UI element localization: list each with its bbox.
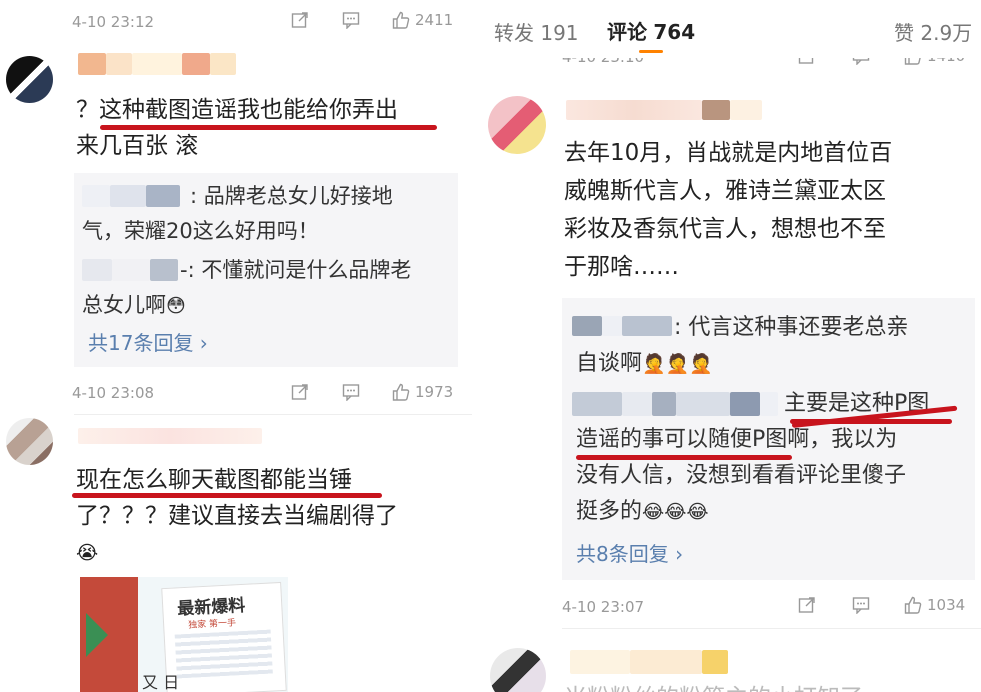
blurred-username — [110, 185, 146, 207]
image-corner-text: 又 日 — [142, 673, 180, 692]
red-underline-annotation — [100, 125, 437, 130]
user-avatar[interactable] — [488, 96, 546, 154]
share-button[interactable] — [291, 11, 309, 29]
reply-text: -: 不懂就问是什么品牌老 — [180, 258, 412, 282]
blurred-username — [82, 185, 110, 207]
share-icon — [291, 11, 309, 29]
blurred-username — [112, 259, 150, 281]
comment-timestamp: 4-10 23:08 — [72, 384, 155, 402]
blurred-username — [730, 392, 760, 416]
like-icon — [392, 383, 410, 401]
like-icon — [392, 11, 410, 29]
image-paper: 最新爆料 独家 第一手 — [161, 581, 287, 692]
comment-icon — [342, 383, 360, 401]
like-icon — [904, 596, 922, 614]
user-avatar[interactable] — [490, 648, 546, 692]
reply-text: : 品牌老总女儿好接地 — [190, 184, 393, 208]
tab-repost[interactable]: 转发 191 — [494, 17, 579, 46]
reply-preview-box[interactable]: : 代言这种事还要老总亲 自谈啊🤦🤦🤦 主要是这种P图 造谣的事可以随便P图啊，… — [562, 298, 975, 580]
like-button[interactable]: 2411 — [392, 11, 453, 29]
reply-text: 造谣的事可以随便P图啊，我以为 — [576, 427, 898, 452]
blurred-username — [570, 650, 630, 674]
blurred-username — [730, 100, 762, 120]
red-underline-annotation — [72, 493, 382, 498]
view-all-replies-link[interactable]: 共17条回复 › — [88, 327, 208, 356]
user-avatar[interactable] — [6, 56, 53, 103]
like-count: 2411 — [415, 11, 454, 29]
reply-text: : 代言这种事还要老总亲 — [674, 315, 909, 340]
blurred-username — [760, 392, 778, 416]
image-shape — [86, 613, 108, 657]
comment-divider — [74, 414, 472, 415]
reply-text: 没有人信，没想到看看评论里傻子 — [576, 463, 907, 488]
share-icon — [798, 596, 816, 614]
right-screenshot: 4-10 23:10 1410 转发 191 评论 764 赞 2.9万 去年1… — [476, 0, 981, 692]
blurred-username — [566, 100, 702, 120]
like-count: 1034 — [927, 596, 966, 614]
blurred-username — [652, 392, 676, 416]
reply-text: 气，荣耀20这么好用吗！ — [82, 219, 319, 243]
blurred-username — [146, 185, 180, 207]
blurred-username — [150, 259, 178, 281]
like-count: 1973 — [415, 383, 454, 401]
left-screenshot: 4-10 23:12 2411 ？这种截图造谣我也能给你弄出 来几百张 滚 : … — [0, 0, 472, 692]
share-button[interactable] — [291, 383, 309, 401]
comment-icon — [342, 11, 360, 29]
image-content-lines — [174, 629, 273, 679]
reply-preview-box[interactable]: : 品牌老总女儿好接地 气，荣耀20这么好用吗！ -: 不懂就问是什么品牌老 总… — [74, 173, 458, 367]
user-avatar[interactable] — [6, 418, 53, 465]
active-tab-indicator — [639, 50, 663, 53]
comment-button[interactable] — [342, 11, 360, 29]
blurred-username — [702, 100, 730, 120]
view-all-replies-link[interactable]: 共8条回复 › — [576, 538, 683, 567]
blurred-username — [702, 650, 728, 674]
share-button[interactable] — [798, 596, 816, 614]
comment-divider — [562, 628, 981, 629]
blurred-username — [78, 53, 106, 75]
screenshot-separator — [472, 0, 476, 692]
comment-timestamp: 4-10 23:07 — [562, 598, 645, 616]
attached-image[interactable]: 最新爆料 独家 第一手 又 日 — [80, 577, 288, 692]
comment-button[interactable] — [342, 383, 360, 401]
comment-text: 去年10月，肖战就是内地首位百 威魄斯代言人，雅诗兰黛亚太区 彩妆及香氛代言人，… — [564, 140, 893, 280]
blurred-username — [602, 316, 622, 336]
blurred-username — [622, 392, 652, 416]
blurred-username — [106, 53, 132, 75]
blurred-username — [132, 53, 182, 75]
like-button[interactable]: 1034 — [904, 596, 965, 614]
reply-text: 挺多的😂😂😂 — [576, 499, 709, 524]
comment-timestamp: 4-10 23:12 — [72, 13, 155, 31]
reply-text: 自谈啊🤦🤦🤦 — [576, 351, 713, 376]
comment-text: 现在怎么聊天截图都能当锤 了？？？建议直接去当编剧得了 😭 — [76, 467, 398, 564]
blurred-username — [82, 259, 112, 281]
like-button[interactable]: 1973 — [392, 383, 453, 401]
blurred-username — [78, 428, 262, 444]
blurred-username — [630, 650, 702, 674]
comment-text-partial: 米粉粉丝的粉第主的小打知了 — [564, 680, 863, 692]
blurred-username — [572, 392, 622, 416]
blurred-username — [572, 316, 602, 336]
blurred-username — [182, 53, 210, 75]
tab-header: 转发 191 评论 764 赞 2.9万 — [476, 0, 981, 58]
comment-icon — [852, 596, 870, 614]
share-icon — [291, 383, 309, 401]
image-subtitle: 独家 第一手 — [187, 618, 237, 631]
blurred-username — [622, 316, 672, 336]
tab-comments[interactable]: 评论 764 — [607, 16, 695, 45]
comment-button[interactable] — [852, 596, 870, 614]
blurred-username — [676, 392, 730, 416]
reply-text: 总女儿啊😳 — [82, 293, 186, 317]
red-underline-annotation — [576, 455, 792, 460]
blurred-username — [210, 53, 236, 75]
tab-likes[interactable]: 赞 2.9万 — [894, 17, 972, 46]
